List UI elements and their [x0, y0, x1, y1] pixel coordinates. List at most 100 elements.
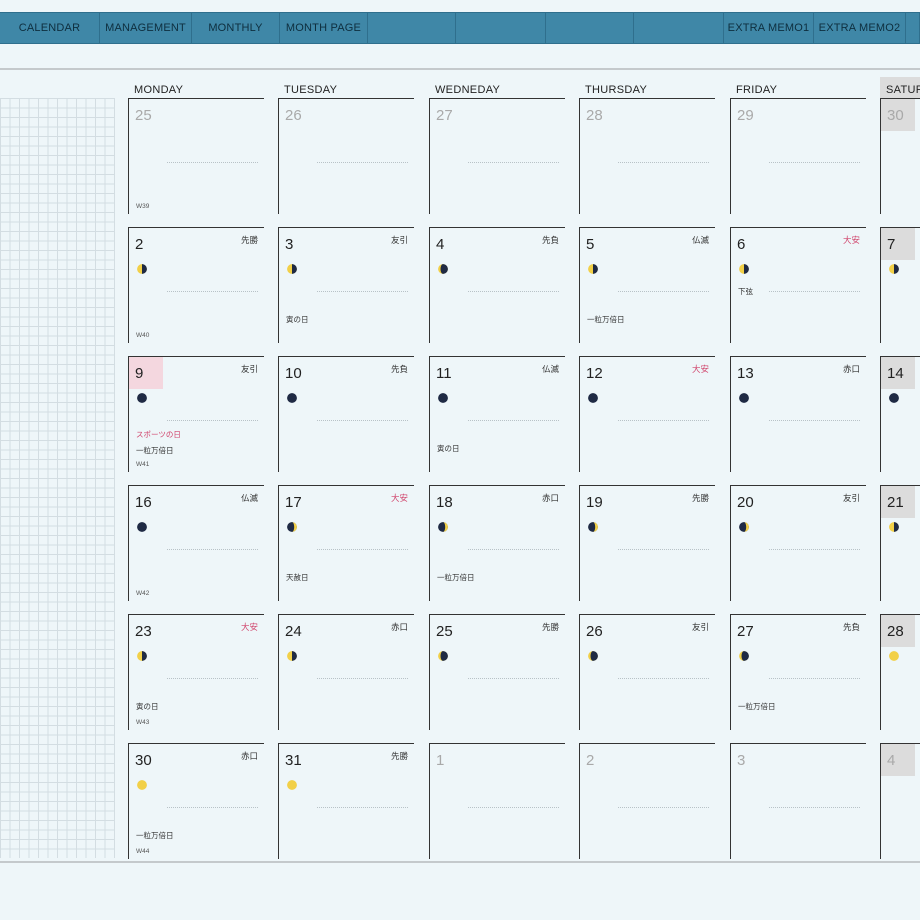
- day-cell[interactable]: 27: [429, 98, 565, 214]
- nav-tab-empty[interactable]: [368, 13, 456, 43]
- dotted-memo-line: [769, 420, 860, 421]
- dotted-memo-line: [317, 807, 408, 808]
- day-number: 4: [887, 752, 896, 769]
- day-number: 26: [285, 107, 302, 124]
- dotted-memo-line: [769, 678, 860, 679]
- week-number: W42: [136, 590, 150, 597]
- moon-phase-icon: [739, 522, 749, 532]
- week-number: W41: [136, 461, 150, 468]
- moon-phase-icon: [438, 651, 448, 661]
- day-cell[interactable]: 5 仏滅 一粒万倍日: [579, 227, 715, 343]
- day-number: 10: [285, 365, 302, 382]
- day-cell[interactable]: 26: [278, 98, 414, 214]
- day-cell[interactable]: 3 友引 寅の日: [278, 227, 414, 343]
- day-cell[interactable]: 17 大安 天赦日: [278, 485, 414, 601]
- rokuyo-label: 友引: [390, 235, 408, 245]
- dotted-memo-line: [468, 807, 559, 808]
- day-cell[interactable]: 13 赤口: [730, 356, 866, 472]
- day-number: 29: [737, 107, 754, 124]
- day-cell[interactable]: 26 友引: [579, 614, 715, 730]
- day-note: 一粒万倍日: [437, 573, 475, 582]
- day-cell[interactable]: 10 先負: [278, 356, 414, 472]
- day-cell[interactable]: 29: [730, 98, 866, 214]
- moon-phase-icon: [137, 651, 147, 661]
- day-cell[interactable]: 25 W39: [128, 98, 264, 214]
- day-cell[interactable]: 14: [880, 356, 920, 472]
- day-number: 7: [887, 236, 896, 253]
- moon-phase-icon: [137, 780, 147, 790]
- moon-phase-icon: [739, 651, 749, 661]
- day-number: 13: [737, 365, 754, 382]
- dotted-memo-line: [618, 291, 709, 292]
- dotted-memo-line: [468, 162, 559, 163]
- day-number: 3: [737, 752, 746, 769]
- day-cell[interactable]: 24 赤口: [278, 614, 414, 730]
- nav-tab-empty[interactable]: [546, 13, 634, 43]
- dotted-memo-line: [468, 549, 559, 550]
- day-number: 17: [285, 494, 302, 511]
- day-note-secondary: 一粒万倍日: [136, 446, 174, 455]
- day-cell[interactable]: 28: [579, 98, 715, 214]
- dotted-memo-line: [167, 291, 258, 292]
- dotted-memo-line: [618, 807, 709, 808]
- dotted-memo-line: [317, 162, 408, 163]
- day-cell[interactable]: 4 先負: [429, 227, 565, 343]
- day-cell[interactable]: 31 先勝: [278, 743, 414, 859]
- week-number: W39: [136, 203, 150, 210]
- day-cell[interactable]: 7: [880, 227, 920, 343]
- day-number: 5: [586, 236, 595, 253]
- moon-phase-icon: [739, 393, 749, 403]
- day-number: 30: [135, 752, 152, 769]
- day-cell[interactable]: 9 友引 スポーツの日 一粒万倍日 W41: [128, 356, 264, 472]
- nav-tab-calendar[interactable]: CALENDAR: [0, 13, 100, 43]
- day-cell[interactable]: 30 赤口 一粒万倍日 W44: [128, 743, 264, 859]
- moon-phase-icon: [889, 522, 899, 532]
- day-number: 21: [887, 494, 904, 511]
- nav-tab-empty[interactable]: [906, 13, 920, 43]
- top-divider: [0, 68, 920, 70]
- nav-tab-extra-memo1[interactable]: EXTRA MEMO1: [724, 13, 814, 43]
- day-number: 31: [285, 752, 302, 769]
- nav-tab-management[interactable]: MANAGEMENT: [100, 13, 192, 43]
- rokuyo-label: 赤口: [390, 622, 408, 632]
- day-cell[interactable]: 2: [579, 743, 715, 859]
- day-cell[interactable]: 27 先負 一粒万倍日: [730, 614, 866, 730]
- rokuyo-label: 大安: [390, 493, 408, 503]
- rokuyo-label: 先勝: [240, 235, 258, 245]
- day-cell[interactable]: 23 大安 寅の日 W43: [128, 614, 264, 730]
- day-cell[interactable]: 16 仏滅 W42: [128, 485, 264, 601]
- dotted-memo-line: [167, 549, 258, 550]
- day-cell[interactable]: 1: [429, 743, 565, 859]
- nav-tab-empty[interactable]: [634, 13, 724, 43]
- dotted-memo-line: [317, 291, 408, 292]
- nav-tab-monthly[interactable]: MONTHLY: [192, 13, 280, 43]
- day-cell[interactable]: 6 大安 下弦: [730, 227, 866, 343]
- day-cell[interactable]: 12 大安: [579, 356, 715, 472]
- dotted-memo-line: [769, 162, 860, 163]
- day-cell[interactable]: 19 先勝: [579, 485, 715, 601]
- dotted-memo-line: [468, 678, 559, 679]
- day-number: 24: [285, 623, 302, 640]
- week-number: W40: [136, 332, 150, 339]
- dotted-memo-line: [769, 291, 860, 292]
- day-cell[interactable]: 21: [880, 485, 920, 601]
- day-number: 27: [436, 107, 453, 124]
- day-cell[interactable]: 11 仏滅 寅の日: [429, 356, 565, 472]
- dotted-memo-line: [167, 162, 258, 163]
- rokuyo-label: 大安: [240, 622, 258, 632]
- day-cell[interactable]: 4: [880, 743, 920, 859]
- day-cell[interactable]: 18 赤口 一粒万倍日: [429, 485, 565, 601]
- day-cell[interactable]: 3: [730, 743, 866, 859]
- day-cell[interactable]: 20 友引: [730, 485, 866, 601]
- day-cell[interactable]: 2 先勝 W40: [128, 227, 264, 343]
- nav-tab-month-page[interactable]: MONTH PAGE: [280, 13, 368, 43]
- nav-tab-empty[interactable]: [456, 13, 546, 43]
- nav-tab-extra-memo2[interactable]: EXTRA MEMO2: [814, 13, 906, 43]
- day-cell[interactable]: 25 先勝: [429, 614, 565, 730]
- moon-phase-icon: [137, 522, 147, 532]
- day-number: 6: [737, 236, 746, 253]
- day-note: 寅の日: [437, 444, 460, 453]
- day-cell[interactable]: 28: [880, 614, 920, 730]
- rokuyo-label: 大安: [842, 235, 860, 245]
- day-cell[interactable]: 30: [880, 98, 920, 214]
